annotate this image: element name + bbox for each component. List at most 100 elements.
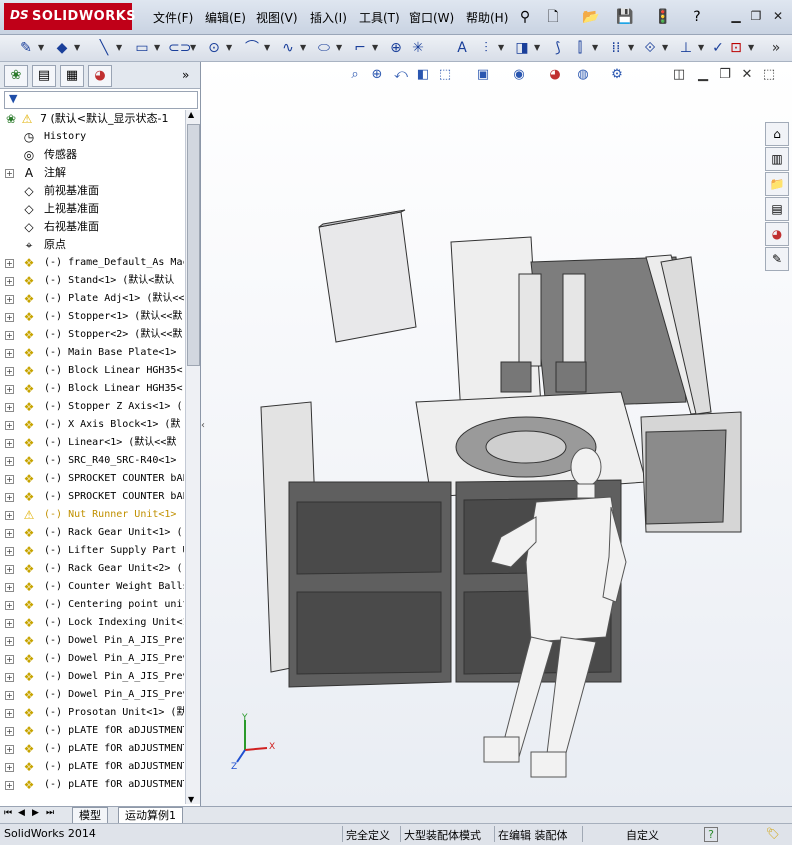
previous-view-icon[interactable]: ⤺: [392, 66, 410, 84]
quick-snaps-icon[interactable]: ⊡: [726, 38, 746, 58]
arc-icon[interactable]: ⌒: [242, 38, 262, 58]
tree-item[interactable]: ◷ History: [0, 128, 184, 146]
tree-item[interactable]: + ❖ (-) Counter Weight Balls: [0, 578, 184, 596]
tree-item[interactable]: + ❖ (-) X Axis Block<1> (默: [0, 416, 184, 434]
expand-icon[interactable]: +: [5, 655, 14, 664]
tree-item[interactable]: + ❖ (-) Prosotan Unit<1> (默: [0, 704, 184, 722]
smart-dimension-icon[interactable]: ◆: [52, 38, 72, 58]
trim-icon[interactable]: ⫶: [476, 38, 496, 58]
fillet-icon[interactable]: ⌐: [350, 38, 370, 58]
tree-item[interactable]: + ❖ (-) pLATE fOR aDJUSTMENT: [0, 758, 184, 776]
tree-filter[interactable]: ▼: [4, 91, 198, 109]
edit-appearance-icon[interactable]: ◕: [546, 66, 564, 84]
slot-icon[interactable]: ⊂⊃: [168, 38, 191, 58]
rectangle-icon[interactable]: ▭: [132, 38, 152, 58]
help-icon[interactable]: ?: [686, 6, 708, 28]
solidworks-logo[interactable]: DS SOLIDWORKS: [4, 3, 136, 30]
pin-icon[interactable]: ⚲: [514, 6, 536, 28]
chevron-down-icon[interactable]: ▼: [628, 43, 635, 52]
expand-icon[interactable]: +: [5, 691, 14, 700]
tree-item[interactable]: ◇ 右视基准面: [0, 218, 184, 236]
apply-scene-icon[interactable]: ◍: [574, 66, 592, 84]
close-icon[interactable]: ✕: [770, 8, 786, 24]
menu-view[interactable]: 视图(V): [256, 9, 298, 26]
expand-icon[interactable]: +: [5, 601, 14, 610]
expand-icon[interactable]: +: [5, 403, 14, 412]
expand-icon[interactable]: +: [5, 331, 14, 340]
linear-pattern-icon[interactable]: ⁞⁞: [606, 38, 626, 58]
hide-show-items-icon[interactable]: ◉: [510, 66, 528, 84]
chevron-down-icon[interactable]: ▼: [498, 43, 505, 52]
sketch-icon[interactable]: ✎: [16, 38, 36, 58]
tree-item[interactable]: + ❖ (-) Dowel Pin_A_JIS_Prev: [0, 686, 184, 704]
expand-icon[interactable]: +: [5, 673, 14, 682]
mirror-icon[interactable]: ⫿: [570, 38, 590, 58]
quick-tips-icon[interactable]: ?: [704, 827, 718, 842]
tree-item[interactable]: + ❖ (-) Block Linear HGH35<: [0, 380, 184, 398]
scroll-up-icon[interactable]: ▲: [188, 110, 194, 119]
minimize-icon[interactable]: ▁: [728, 8, 744, 24]
tree-item[interactable]: + ⚠ (-) Nut Runner Unit<1>: [0, 506, 184, 524]
tab-motion-study-1[interactable]: 运动算例1: [118, 807, 183, 824]
tree-item[interactable]: + ❖ (-) Lifter Supply Part U: [0, 542, 184, 560]
tree-item[interactable]: + A 注解: [0, 164, 184, 182]
tree-item[interactable]: + ❖ (-) Stopper<1> (默认<<默: [0, 308, 184, 326]
display-relations-icon[interactable]: ⊥: [676, 38, 696, 58]
chevron-down-icon[interactable]: ▼: [592, 43, 599, 52]
expand-icon[interactable]: +: [5, 385, 14, 394]
point-icon[interactable]: ⊕: [386, 38, 406, 58]
view-palette-icon[interactable]: ▤: [765, 197, 789, 221]
zoom-to-area-icon[interactable]: ⊕: [368, 66, 386, 84]
chevron-down-icon[interactable]: ▼: [372, 43, 379, 52]
tree-item[interactable]: + ❖ (-) SPROCKET COUNTER bAL: [0, 470, 184, 488]
tree-item[interactable]: + ❖ (-) pLATE fOR aDJUSTMENT: [0, 776, 184, 794]
expand-icon[interactable]: +: [5, 367, 14, 376]
tree-root-assembly[interactable]: ❀ ⚠ 7 (默认<默认_显示状态-1: [0, 110, 184, 128]
tile-viewport-icon[interactable]: ⬚: [760, 66, 778, 84]
expand-icon[interactable]: +: [5, 259, 14, 268]
menu-file[interactable]: 文件(F): [153, 9, 193, 26]
home-icon[interactable]: ⌂: [765, 122, 789, 146]
expand-icon[interactable]: +: [5, 637, 14, 646]
ellipse-icon[interactable]: ⬭: [314, 38, 334, 58]
expand-icon[interactable]: +: [5, 547, 14, 556]
view-settings-icon[interactable]: ⚙: [608, 66, 626, 84]
menu-edit[interactable]: 编辑(E): [205, 9, 246, 26]
more-tools-icon[interactable]: »: [766, 38, 786, 58]
chevron-down-icon[interactable]: ▼: [38, 43, 45, 52]
tree-item[interactable]: + ❖ (-) frame_Default_As Mac: [0, 254, 184, 272]
tree-item[interactable]: + ❖ (-) Linear<1> (默认<<默: [0, 434, 184, 452]
tree-item[interactable]: ◇ 前视基准面: [0, 182, 184, 200]
chevron-down-icon[interactable]: ▼: [116, 43, 123, 52]
move-entities-icon[interactable]: ⟐: [640, 38, 660, 58]
minimize-viewport-icon[interactable]: ▁: [694, 66, 712, 84]
scrollbar-thumb[interactable]: [187, 124, 200, 366]
property-manager-tab-icon[interactable]: ▤: [32, 65, 56, 87]
expand-icon[interactable]: +: [5, 439, 14, 448]
line-icon[interactable]: ╲: [94, 38, 114, 58]
repair-sketch-icon[interactable]: ✓: [708, 38, 728, 58]
expand-icon[interactable]: +: [5, 313, 14, 322]
restore-icon[interactable]: ❐: [748, 8, 764, 24]
chevron-down-icon[interactable]: ▼: [154, 43, 161, 52]
menu-help[interactable]: 帮助(H): [466, 9, 508, 26]
expand-icon[interactable]: +: [5, 295, 14, 304]
tree-item[interactable]: + ❖ (-) pLATE fOR aDJUSTMENT: [0, 740, 184, 758]
close-document-icon[interactable]: ✕: [738, 66, 756, 84]
expand-icon[interactable]: +: [5, 529, 14, 538]
menu-insert[interactable]: 插入(I): [310, 9, 347, 26]
new-document-icon[interactable]: 🗋: [542, 6, 564, 28]
rebuild-icon[interactable]: 🚦: [652, 6, 674, 28]
save-icon[interactable]: 💾: [614, 6, 636, 28]
tab-prev-icon[interactable]: ◀: [18, 808, 25, 818]
chevron-down-icon[interactable]: ▼: [190, 43, 197, 52]
view-orientation-icon[interactable]: ⬚: [436, 66, 454, 84]
expand-icon[interactable]: +: [5, 619, 14, 628]
tree-item[interactable]: + ❖ (-) Plate Adj<1> (默认<<: [0, 290, 184, 308]
expand-icon[interactable]: +: [5, 169, 14, 178]
expand-icon[interactable]: +: [5, 475, 14, 484]
feature-tree-tab-icon[interactable]: ❀: [4, 65, 28, 87]
expand-icon[interactable]: +: [5, 763, 14, 772]
resources-icon[interactable]: ▥: [765, 147, 789, 171]
tree-item[interactable]: + ❖ (-) SPROCKET COUNTER bAL: [0, 488, 184, 506]
